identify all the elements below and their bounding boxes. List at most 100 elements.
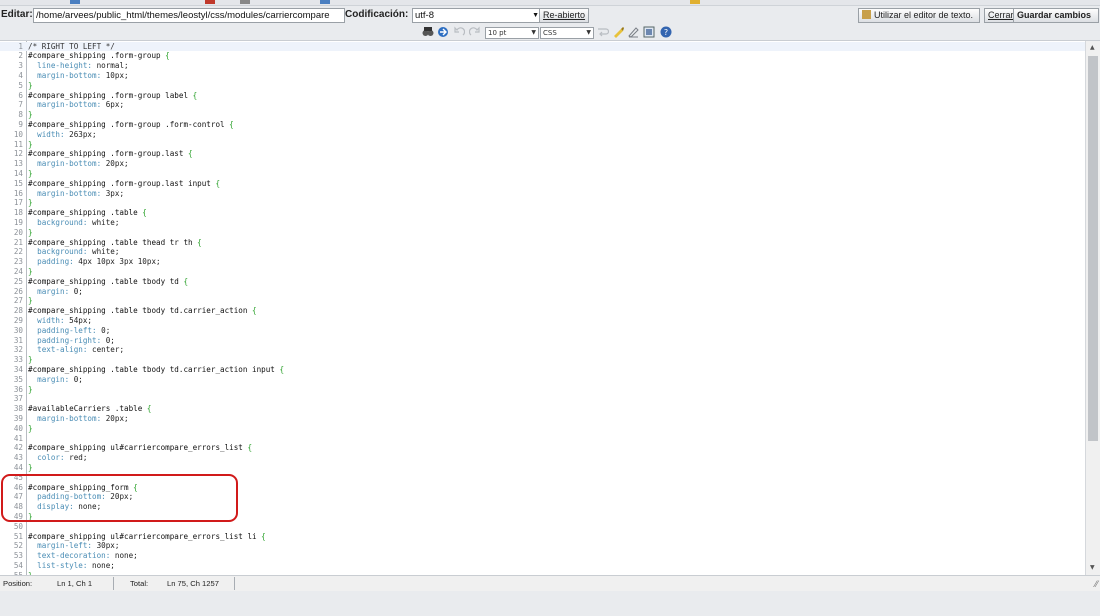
text-editor-label: Utilizar el editor de texto. xyxy=(874,10,974,20)
line-number: 37 xyxy=(13,394,23,404)
code-line: 3 line-height: normal; xyxy=(0,61,1085,71)
code-line: 17} xyxy=(0,198,1085,208)
line-text: width: 263px; xyxy=(28,129,97,139)
line-text: margin: 0; xyxy=(28,286,83,296)
code-line: 22 background: white; xyxy=(0,247,1085,257)
line-number: 13 xyxy=(13,159,23,169)
edit-label: Editar: xyxy=(1,9,33,20)
highlight-marker-icon[interactable] xyxy=(612,26,624,38)
line-number: 36 xyxy=(13,384,23,394)
code-line: 32 text-align: center; xyxy=(0,345,1085,355)
line-text: text-decoration: none; xyxy=(28,551,138,561)
line-text: } xyxy=(28,80,33,90)
code-line: 34 #compare_shipping .table tbody td.carr… xyxy=(0,365,1085,375)
line-text: margin-bottom: 20px; xyxy=(28,159,129,169)
line-number: 8 xyxy=(18,110,23,120)
goto-icon[interactable] xyxy=(437,26,449,38)
line-text: #compare_shipping .table tbody td.carrie… xyxy=(28,306,257,316)
code-line: 54 list-style: none; xyxy=(0,561,1085,571)
line-text: #compare_shipping ul#carriercompare_erro… xyxy=(28,443,253,453)
syntax-select[interactable]: CSS ▼ xyxy=(540,27,594,39)
line-number: 42 xyxy=(13,443,23,453)
line-number: 30 xyxy=(13,325,23,335)
save-button[interactable]: Guardar cambios xyxy=(1013,8,1099,23)
line-number: 17 xyxy=(13,198,23,208)
code-line: 38 #availableCarriers .table { xyxy=(0,404,1085,414)
line-text: margin: 0; xyxy=(28,374,83,384)
line-text: background: white; xyxy=(28,247,120,257)
line-text: } xyxy=(28,168,33,178)
line-number: 10 xyxy=(13,129,23,139)
code-line: 28 #compare_shipping .table tbody td.carr… xyxy=(0,306,1085,316)
line-text: padding: 4px 10px 3px 10px; xyxy=(28,257,161,267)
help-icon[interactable]: ? xyxy=(660,26,672,38)
line-text: } xyxy=(28,110,33,120)
line-number: 24 xyxy=(13,266,23,276)
editor-header: Editar: /home/arvees/public_html/themes/… xyxy=(0,6,1100,23)
scrollbar-thumb[interactable] xyxy=(1088,56,1098,441)
code-line: 2 #compare_shipping .form-group { xyxy=(0,51,1085,61)
fullscreen-icon[interactable] xyxy=(643,26,655,38)
reset-icon[interactable] xyxy=(627,26,639,38)
line-number: 22 xyxy=(13,247,23,257)
line-number: 6 xyxy=(18,90,23,100)
line-number: 50 xyxy=(13,521,23,531)
line-text: #compare_shipping .table { xyxy=(28,208,147,218)
position-value: Ln 1, Ch 1 xyxy=(57,579,93,588)
line-number: 29 xyxy=(13,315,23,325)
encoding-label: Codificación: xyxy=(345,9,409,20)
code-line: 18 #compare_shipping .table { xyxy=(0,208,1085,218)
line-number: 2 xyxy=(18,51,23,61)
code-line: 23 padding: 4px 10px 3px 10px; xyxy=(0,257,1085,267)
redo-icon[interactable] xyxy=(469,26,480,38)
syntax-value: CSS xyxy=(543,29,557,37)
line-number: 40 xyxy=(13,423,23,433)
line-number: 15 xyxy=(13,178,23,188)
line-number: 21 xyxy=(13,237,23,247)
scroll-up-icon[interactable]: ▲ xyxy=(1090,44,1095,51)
reopen-button[interactable]: Re-abierto xyxy=(539,8,590,23)
line-text: padding-left: 0; xyxy=(28,325,111,335)
code-editor[interactable]: 1 /* RIGHT TO LEFT */ 2 #compare_shipping .… xyxy=(0,41,1085,575)
line-number: 39 xyxy=(13,413,23,423)
page-bottom-area xyxy=(0,591,1100,616)
line-text: width: 54px; xyxy=(28,315,93,325)
code-line: 51 #compare_shipping ul#carriercompare_er… xyxy=(0,532,1085,542)
editor-toolbar: 10 pt ▼ CSS ▼ ? xyxy=(0,24,1100,41)
encoding-select[interactable]: utf-8 ▼ xyxy=(412,8,542,23)
line-text: #compare_shipping .table tbody td.carrie… xyxy=(28,364,285,374)
line-text: #compare_shipping .table thead tr th { xyxy=(28,237,202,247)
line-number: 5 xyxy=(18,80,23,90)
undo-icon[interactable] xyxy=(454,26,465,38)
line-text: } xyxy=(28,198,33,208)
file-path-field[interactable]: /home/arvees/public_html/themes/leostyl/… xyxy=(33,8,345,23)
line-text: margin-bottom: 10px; xyxy=(28,70,129,80)
line-text: #compare_shipping .form-group label { xyxy=(28,90,198,100)
position-label: Position: xyxy=(3,579,33,588)
line-text: } xyxy=(28,462,33,472)
text-editor-button[interactable]: Utilizar el editor de texto. xyxy=(858,8,980,23)
line-number: 52 xyxy=(13,541,23,551)
code-line: 10 width: 263px; xyxy=(0,130,1085,140)
line-number: 33 xyxy=(13,355,23,365)
line-number: 27 xyxy=(13,296,23,306)
line-number: 4 xyxy=(18,70,23,80)
line-number: 25 xyxy=(13,276,23,286)
code-line: 43 color: red; xyxy=(0,453,1085,463)
resize-grip-icon[interactable]: ⁄⁄ xyxy=(1095,579,1098,589)
line-number: 9 xyxy=(18,119,23,129)
line-text: #compare_shipping .form-group { xyxy=(28,51,170,61)
line-number: 34 xyxy=(13,364,23,374)
find-binoculars-icon[interactable] xyxy=(422,26,434,38)
line-text: } xyxy=(28,296,33,306)
line-number: 11 xyxy=(13,139,23,149)
code-line: 12 #compare_shipping .form-group.last { xyxy=(0,149,1085,159)
vertical-scrollbar[interactable]: ▲ ▼ xyxy=(1085,41,1100,575)
code-line: 40} xyxy=(0,424,1085,434)
line-text: #availableCarriers .table { xyxy=(28,404,152,414)
line-text: background: white; xyxy=(28,217,120,227)
font-size-select[interactable]: 10 pt ▼ xyxy=(485,27,539,39)
scroll-down-icon[interactable]: ▼ xyxy=(1090,564,1095,571)
wrap-icon[interactable] xyxy=(597,26,609,38)
code-line: 52 margin-left: 30px; xyxy=(0,541,1085,551)
